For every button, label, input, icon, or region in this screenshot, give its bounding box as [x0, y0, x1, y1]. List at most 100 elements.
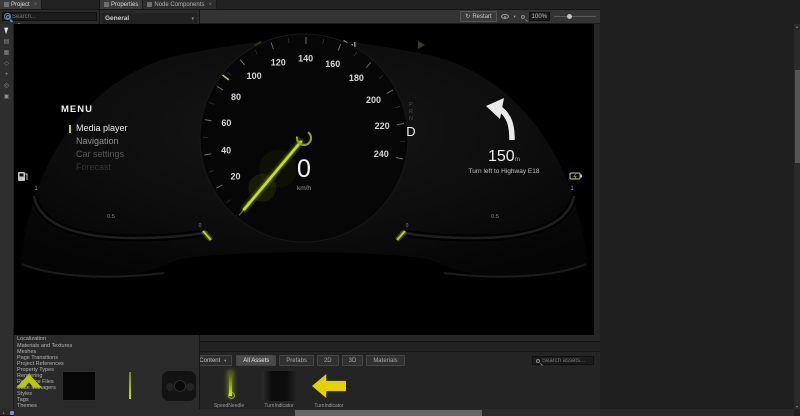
restart-button[interactable]: ↻ Restart — [460, 11, 496, 22]
library-item-label: Page Transitions — [17, 355, 58, 361]
gauges-thumbnail — [162, 371, 196, 401]
battery-gauge: 1 0.5 0 — [374, 154, 594, 254]
restart-icon: ↻ — [465, 13, 470, 20]
section-general-label: General — [105, 15, 129, 22]
menu-item-media-player[interactable]: Media player — [69, 122, 128, 135]
speed-label: 180 — [349, 73, 364, 83]
fuel-mid-label: 0.5 — [107, 214, 115, 220]
cursor-icon[interactable] — [4, 27, 10, 35]
filter-2d[interactable]: 2D — [317, 355, 339, 366]
menu-item-label: Navigation — [76, 136, 119, 146]
close-icon[interactable]: × — [208, 2, 212, 8]
visibility-icon[interactable] — [501, 14, 509, 19]
gear-r: R — [404, 109, 418, 116]
zoom-slider[interactable] — [554, 16, 596, 17]
filter-materials[interactable]: Materials — [366, 355, 404, 366]
tab-project-label: Project — [11, 2, 30, 8]
speed-label: 100 — [247, 71, 262, 81]
chevron-down-icon[interactable]: ▼ — [513, 14, 517, 19]
speed-label: 140 — [298, 53, 313, 63]
fuel-min-label: 0 — [199, 223, 202, 229]
target-icon[interactable]: ◎ — [4, 83, 9, 89]
app-window: Project × ▾Screen▾RootPageFuelNeedleBatt… — [0, 0, 800, 416]
scrollbar-thumb[interactable] — [295, 410, 482, 416]
speed-label: 220 — [375, 121, 390, 131]
project-tabbar: Project × — [0, 0, 99, 10]
library-item-label: Localization — [17, 336, 46, 342]
filter-3d[interactable]: 3D — [342, 355, 364, 366]
zoom-level-value[interactable]: 100% — [529, 12, 550, 21]
panel-icon[interactable]: ▤ — [4, 39, 10, 45]
wireframe-icon[interactable]: ◇ — [4, 61, 9, 67]
tab-node-components-label: Node Components — [154, 2, 204, 8]
asset-speedneedle[interactable]: SpeedNeedle — [206, 371, 252, 409]
project-icon — [4, 2, 9, 7]
gear-n: N — [404, 116, 418, 123]
library-item-label: Property Types — [17, 367, 54, 373]
tab-node-components[interactable]: Node Components × — [143, 0, 217, 9]
menu-item-label: Media player — [76, 123, 128, 133]
black-square-thumbnail — [62, 371, 96, 401]
speed-value: 0 — [264, 155, 344, 184]
battery-mid-label: 0.5 — [491, 214, 499, 220]
project-search-input[interactable] — [12, 14, 93, 20]
battery-min-label: 0 — [406, 223, 409, 229]
speed-label: 60 — [221, 118, 231, 128]
library-item-label: Materials and Textures — [17, 343, 72, 349]
assets-search[interactable] — [532, 356, 594, 365]
properties-tabbar: Properties Node Components × — [100, 0, 199, 10]
fuel-gauge: 1 0.5 0 — [14, 154, 234, 254]
tab-properties[interactable]: Properties — [100, 0, 143, 9]
selection-bar — [69, 125, 71, 133]
menu-title: MENU — [61, 104, 128, 115]
project-search[interactable] — [2, 12, 97, 21]
tab-project[interactable]: Project × — [0, 0, 42, 9]
gear-d: D — [404, 124, 418, 139]
node-components-icon — [147, 2, 152, 7]
speed-needle-thumbnail — [212, 371, 246, 401]
filter-all-assets[interactable]: All Assets — [236, 355, 276, 366]
zoom-icon — [521, 15, 525, 19]
library-item-label: Tags — [17, 397, 29, 403]
chevron-down-icon: ▾ — [191, 16, 194, 22]
preview-vertical-scrollbar[interactable]: ▴ ▾ — [794, 24, 800, 409]
preview-panel: Preview × ↻ Restart ▼ 100% ▤ ▦ ◇ + ◎ ▣ — [0, 0, 600, 342]
analyze-icon[interactable] — [4, 13, 11, 20]
scrollbar-thumb[interactable] — [795, 70, 800, 162]
preview-canvas[interactable]: MENU Media playerNavigationCar settingsF… — [14, 24, 594, 335]
speed-label: 160 — [325, 59, 340, 69]
preview-side-toolbar: ▤ ▦ ◇ + ◎ ▣ — [0, 24, 14, 409]
battery-icon — [570, 173, 582, 179]
library-item-label: Styles — [17, 391, 32, 397]
asset-turnindicator[interactable]: TurnIndicator — [306, 371, 352, 409]
asset-turnindicator[interactable]: TurnIndicator — [256, 371, 302, 409]
close-icon[interactable]: × — [34, 2, 38, 8]
section-general[interactable]: General ▾ — [102, 13, 197, 24]
asset-filters: All AssetsPrefabs2D3DMaterials — [236, 355, 404, 366]
scroll-down-icon[interactable]: ▾ — [794, 404, 800, 409]
add-icon[interactable]: + — [5, 72, 9, 78]
expander-icon[interactable]: ▸ — [3, 411, 7, 415]
dark-panel-thumbnail — [262, 371, 296, 401]
assets-search-input[interactable] — [542, 358, 590, 364]
turn-left-arrow-icon — [483, 96, 525, 140]
fuel-max-label: 1 — [34, 186, 38, 192]
library-item-label: Project References — [17, 361, 64, 367]
scroll-up-icon[interactable]: ▴ — [794, 24, 800, 29]
instrument-cluster: MENU Media playerNavigationCar settingsF… — [14, 24, 594, 335]
save-icon[interactable]: ▣ — [4, 94, 10, 100]
preview-horizontal-scrollbar[interactable] — [14, 409, 794, 416]
speed-unit: km/h — [264, 185, 344, 192]
menu-item-navigation[interactable]: Navigation — [69, 135, 128, 148]
thin-needle-thumbnail — [112, 371, 146, 401]
gear-p: P — [404, 102, 418, 109]
restart-label: Restart — [472, 14, 491, 20]
turn-right-indicator-icon — [418, 41, 425, 49]
arrow-left-yellow-thumbnail — [312, 371, 346, 401]
grid-icon[interactable]: ▦ — [4, 50, 10, 56]
library-item-label: Meshes — [17, 349, 36, 355]
properties-icon — [104, 2, 109, 7]
filter-prefabs[interactable]: Prefabs — [279, 355, 314, 366]
search-icon — [536, 359, 540, 363]
speed-label: 80 — [231, 92, 241, 102]
